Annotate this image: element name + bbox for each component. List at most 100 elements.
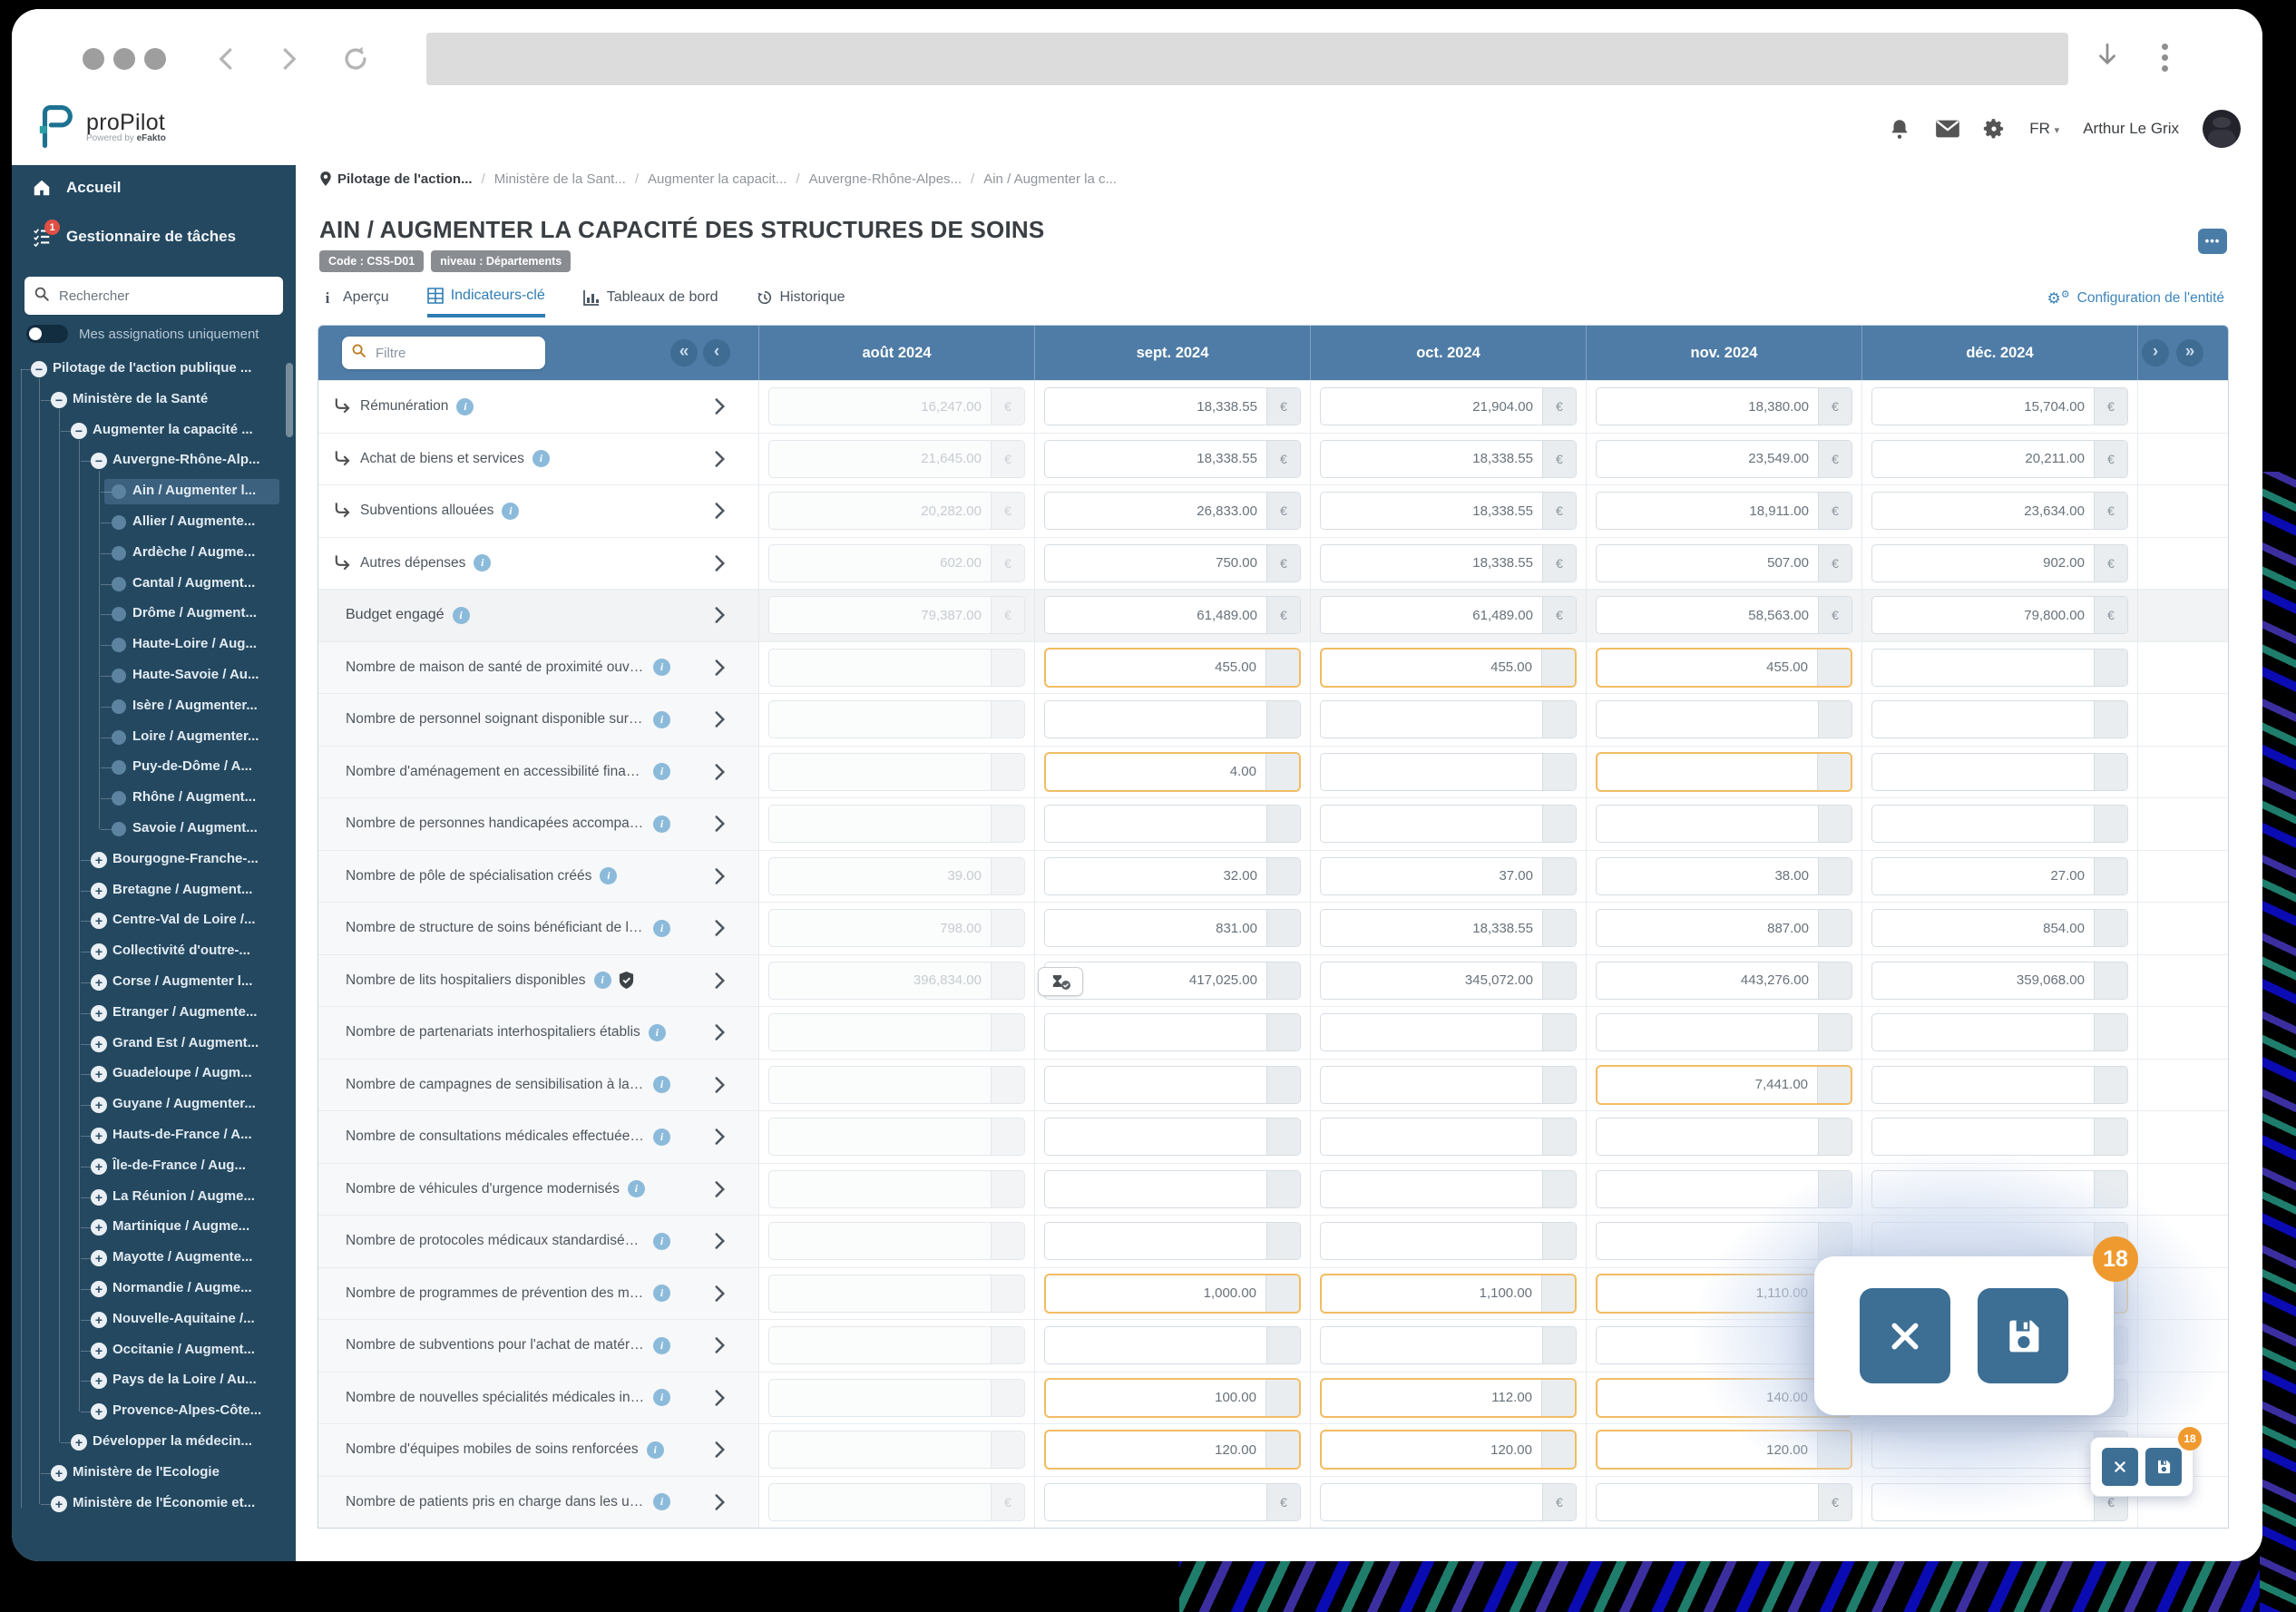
- value-input[interactable]: 1,100.00: [1320, 1274, 1577, 1314]
- tree-item[interactable]: +Développer la médecin...: [12, 1430, 296, 1455]
- value-input[interactable]: 887.00: [1596, 909, 1852, 947]
- value-input[interactable]: €: [1044, 1483, 1301, 1521]
- tree-leaf-icon[interactable]: [112, 791, 126, 806]
- expand-icon[interactable]: +: [91, 852, 107, 868]
- expand-icon[interactable]: +: [91, 1189, 107, 1206]
- value-input[interactable]: [1871, 700, 2128, 738]
- expand-row-icon[interactable]: [714, 502, 726, 520]
- value-input[interactable]: [1596, 1222, 1852, 1260]
- tree-item[interactable]: +Normandie / Augme...: [12, 1276, 296, 1302]
- expand-row-icon[interactable]: [714, 815, 726, 833]
- value-input[interactable]: [1320, 1326, 1577, 1364]
- info-icon[interactable]: i: [653, 1285, 670, 1302]
- value-input[interactable]: €: [1320, 1483, 1577, 1521]
- value-input[interactable]: 4.00: [1044, 752, 1301, 792]
- value-input[interactable]: 120.00: [1596, 1430, 1852, 1470]
- table-filter-input[interactable]: [374, 345, 536, 362]
- page-next-icon[interactable]: ›: [2142, 339, 2169, 366]
- tree-item[interactable]: −Augmenter la capacité ...: [12, 418, 296, 444]
- collapse-icon[interactable]: −: [91, 453, 107, 469]
- tree-item[interactable]: +Corse / Augmenter l...: [12, 970, 296, 995]
- expand-icon[interactable]: +: [91, 1403, 107, 1420]
- tree-leaf-icon[interactable]: [112, 760, 126, 775]
- back-icon[interactable]: [213, 45, 240, 73]
- tree-item[interactable]: Cantal / Augment...: [12, 572, 296, 597]
- value-input[interactable]: [1044, 1118, 1301, 1156]
- expand-row-icon[interactable]: [714, 1493, 726, 1511]
- value-input[interactable]: [1044, 1222, 1301, 1260]
- value-input[interactable]: [1871, 1170, 2128, 1208]
- tab-tableaux-de-bord[interactable]: Tableaux de bord: [583, 279, 718, 316]
- expand-row-icon[interactable]: [714, 1336, 726, 1354]
- info-icon[interactable]: i: [453, 607, 470, 624]
- expand-icon[interactable]: +: [91, 883, 107, 899]
- breadcrumb-item[interactable]: Ain / Augmenter la c...: [983, 171, 1117, 187]
- value-input[interactable]: [1871, 1066, 2128, 1104]
- tree-item[interactable]: Haute-Loire / Aug...: [12, 632, 296, 658]
- expand-row-icon[interactable]: [714, 1285, 726, 1303]
- expand-row-icon[interactable]: [714, 1076, 726, 1094]
- collapse-icon[interactable]: −: [71, 423, 87, 439]
- info-icon[interactable]: i: [653, 920, 670, 937]
- user-name[interactable]: Arthur Le Grix: [2083, 120, 2179, 138]
- table-filter[interactable]: [342, 337, 545, 369]
- value-input[interactable]: [1044, 1013, 1301, 1051]
- expand-icon[interactable]: +: [91, 1128, 107, 1144]
- entity-config-link[interactable]: ⚙⚙ Configuration de l'entité: [2047, 288, 2225, 308]
- value-input[interactable]: 27.00: [1871, 857, 2128, 895]
- tree-item[interactable]: +Ministère de l'Ecologie: [12, 1461, 296, 1486]
- expand-row-icon[interactable]: [714, 450, 726, 468]
- tree-item[interactable]: +Provence-Alpes-Côte...: [12, 1399, 296, 1424]
- value-input[interactable]: 26,833.00€: [1044, 492, 1301, 530]
- value-input[interactable]: [1871, 1013, 2128, 1051]
- info-icon[interactable]: i: [502, 503, 519, 520]
- collapse-icon[interactable]: −: [51, 392, 67, 408]
- value-input[interactable]: 100.00: [1044, 1378, 1301, 1418]
- page-last-icon[interactable]: »: [2176, 339, 2203, 366]
- tree-item[interactable]: +Centre-Val de Loire /...: [12, 908, 296, 933]
- value-input[interactable]: 18,380.00€: [1596, 387, 1852, 425]
- download-icon[interactable]: [2094, 42, 2121, 77]
- value-input[interactable]: 21,904.00€: [1320, 387, 1577, 425]
- value-input[interactable]: 18,911.00€: [1596, 492, 1852, 530]
- value-input[interactable]: [1320, 700, 1577, 738]
- tree-item[interactable]: Haute-Savoie / Au...: [12, 663, 296, 689]
- info-icon[interactable]: i: [653, 1076, 670, 1093]
- value-input[interactable]: [1320, 1222, 1577, 1260]
- value-input[interactable]: [1044, 1170, 1301, 1208]
- tree-item[interactable]: −Pilotage de l'action publique ...: [12, 357, 296, 382]
- info-icon[interactable]: i: [628, 1180, 645, 1197]
- info-icon[interactable]: i: [653, 659, 670, 676]
- tree-item[interactable]: +Ministère de l'Économie et...: [12, 1491, 296, 1517]
- tree-item[interactable]: +Collectivité d'outre-...: [12, 939, 296, 964]
- tree-item[interactable]: −Ministère de la Santé: [12, 387, 296, 413]
- tree-item[interactable]: +Etranger / Augmente...: [12, 1001, 296, 1026]
- cancel-changes-button-small[interactable]: [2102, 1448, 2138, 1486]
- expand-icon[interactable]: +: [71, 1434, 87, 1451]
- info-icon[interactable]: i: [653, 1337, 670, 1354]
- tree-item[interactable]: +Pays de la Loire / Au...: [12, 1368, 296, 1393]
- info-icon[interactable]: i: [474, 554, 491, 572]
- value-input[interactable]: 1,000.00: [1044, 1274, 1301, 1314]
- value-input[interactable]: [1871, 649, 2128, 687]
- value-input[interactable]: 58,563.00€: [1596, 596, 1852, 634]
- collapse-icon[interactable]: −: [31, 361, 47, 377]
- value-input[interactable]: [1596, 700, 1852, 738]
- tree-item[interactable]: +Guyane / Augmenter...: [12, 1092, 296, 1118]
- expand-row-icon[interactable]: [714, 867, 726, 885]
- expand-icon[interactable]: +: [51, 1496, 67, 1512]
- expand-row-icon[interactable]: [714, 972, 726, 990]
- expand-icon[interactable]: +: [91, 1036, 107, 1052]
- tree-item[interactable]: +Nouvelle-Aquitaine /...: [12, 1307, 296, 1333]
- value-input[interactable]: 831.00: [1044, 909, 1301, 947]
- value-input[interactable]: 23,549.00€: [1596, 440, 1852, 478]
- value-input[interactable]: 455.00: [1320, 648, 1577, 688]
- tree-item[interactable]: +Occitanie / Augment...: [12, 1338, 296, 1363]
- tree-leaf-icon[interactable]: [112, 577, 126, 591]
- value-input[interactable]: [1596, 752, 1852, 792]
- tree-item[interactable]: +Île-de-France / Aug...: [12, 1154, 296, 1179]
- value-input[interactable]: 507.00€: [1596, 544, 1852, 582]
- cancel-changes-button[interactable]: [1860, 1288, 1950, 1383]
- tree-item[interactable]: +Bretagne / Augment...: [12, 878, 296, 904]
- tree-item[interactable]: Ain / Augmenter l...: [12, 479, 296, 504]
